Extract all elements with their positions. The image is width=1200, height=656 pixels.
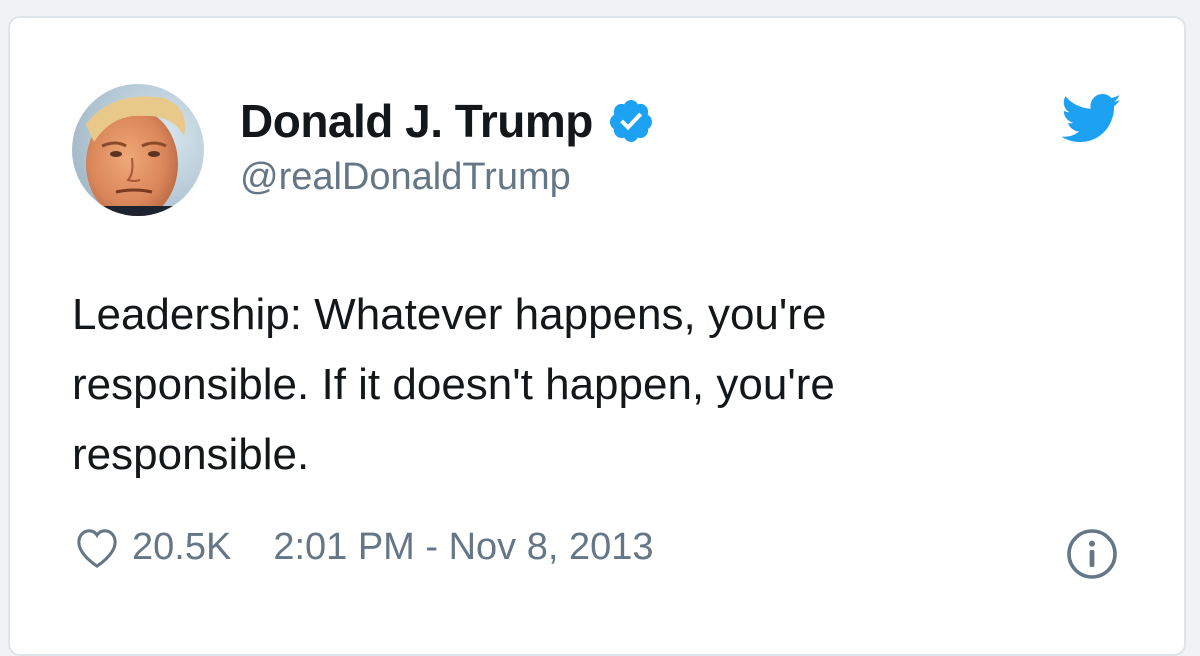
tweet-card: Donald J. Trump @realDonaldTrump Leaders… [8, 16, 1186, 656]
like-count[interactable]: 20.5K [132, 526, 231, 569]
author-name[interactable]: Donald J. Trump [240, 94, 593, 148]
timestamp[interactable]: 2:01 PM - Nov 8, 2013 [273, 526, 653, 569]
twitter-bird-icon[interactable] [1062, 94, 1122, 144]
author-handle[interactable]: @realDonaldTrump [240, 156, 571, 199]
verified-badge-icon [609, 100, 652, 142]
author-row: Donald J. Trump [240, 94, 655, 148]
tweet-text: Leadership: Whatever happens, you're res… [72, 290, 835, 479]
heart-icon[interactable] [74, 527, 120, 569]
avatar[interactable] [72, 84, 204, 216]
avatar-image [72, 84, 204, 216]
info-icon[interactable] [1066, 528, 1118, 580]
tweet-footer: 20.5K 2:01 PM - Nov 8, 2013 [74, 526, 654, 569]
